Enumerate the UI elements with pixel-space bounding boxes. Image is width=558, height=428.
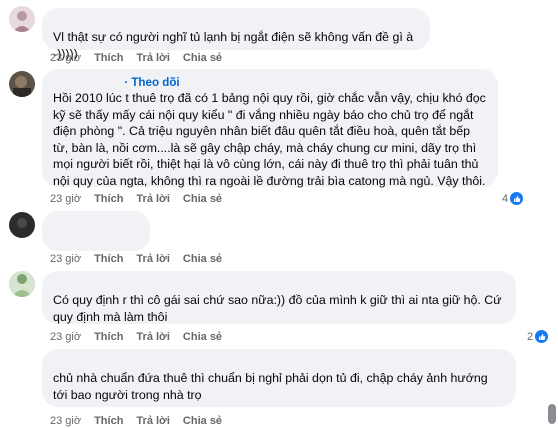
comment-time[interactable]: 23 giờ [50,252,81,266]
comment-time[interactable]: 23 giờ [50,51,81,65]
reaction-number: 4 [502,192,509,205]
comment-text: Có quy định r thì cô gái sai chứ sao nữa… [53,293,502,324]
comment-actions: 23 giờ Thích Trả lời Chia sẻ [50,252,222,266]
comment-text: Hồi 2010 lúc t thuê trọ đã có 1 bảng nội… [53,91,486,188]
share-button[interactable]: Chia sẻ [183,330,222,344]
author-row: · Theo dõi [53,75,487,90]
like-thumb-icon [510,192,524,205]
author-name[interactable] [53,277,505,292]
avatar[interactable] [9,71,35,97]
comment-time[interactable]: 23 giờ [50,330,81,344]
reaction-number: 2 [527,330,534,343]
like-button[interactable]: Thích [94,192,123,206]
comment-actions: 23 giờ Thích Trả lời Chia sẻ [50,192,222,206]
like-button[interactable]: Thích [94,51,123,65]
comment-bubble: Vl thật sự có người nghĩ tủ lạnh bị ngắt… [42,8,430,61]
reply-button[interactable]: Trả lời [136,252,170,266]
reaction-count[interactable]: 2 [527,330,549,343]
scrollbar[interactable] [548,402,556,426]
author-name[interactable] [53,14,419,29]
reply-button[interactable]: Trả lời [136,51,170,65]
comment-bubble: · Theo dõi Hồi 2010 lúc t thuê trọ đã có… [42,69,498,188]
comment-actions: 23 giờ Thích Trả lời Chia sẻ [50,330,222,344]
author-name[interactable] [53,217,139,232]
avatar[interactable] [9,212,35,238]
author-name[interactable] [53,79,121,86]
comment-bubble [42,211,150,251]
avatar[interactable] [9,6,35,32]
comment-time[interactable]: 23 giờ [50,192,81,206]
scrollbar-thumb[interactable] [548,404,556,424]
comment-bubble: chủ nhà chuẩn đứa thuê thì chuẩn bị nghỉ… [42,349,516,407]
avatar[interactable] [9,271,35,297]
share-button[interactable]: Chia sẻ [183,192,222,206]
like-thumb-icon [535,330,549,343]
author-name[interactable] [53,355,505,370]
reaction-count[interactable]: 4 [502,192,524,205]
comment-bubble: Có quy định r thì cô gái sai chứ sao nữa… [42,271,516,324]
like-button[interactable]: Thích [94,252,123,266]
reply-button[interactable]: Trả lời [136,330,170,344]
like-button[interactable]: Thích [94,330,123,344]
reply-button[interactable]: Trả lời [136,192,170,206]
follow-button[interactable]: · Theo dõi [124,76,179,89]
share-button[interactable]: Chia sẻ [183,51,222,65]
comment-text: chủ nhà chuẩn đứa thuê thì chuẩn bị nghỉ… [53,371,488,402]
share-button[interactable]: Chia sẻ [183,252,222,266]
comment-actions: 23 giờ Thích Trả lời Chia sẻ [50,51,222,65]
